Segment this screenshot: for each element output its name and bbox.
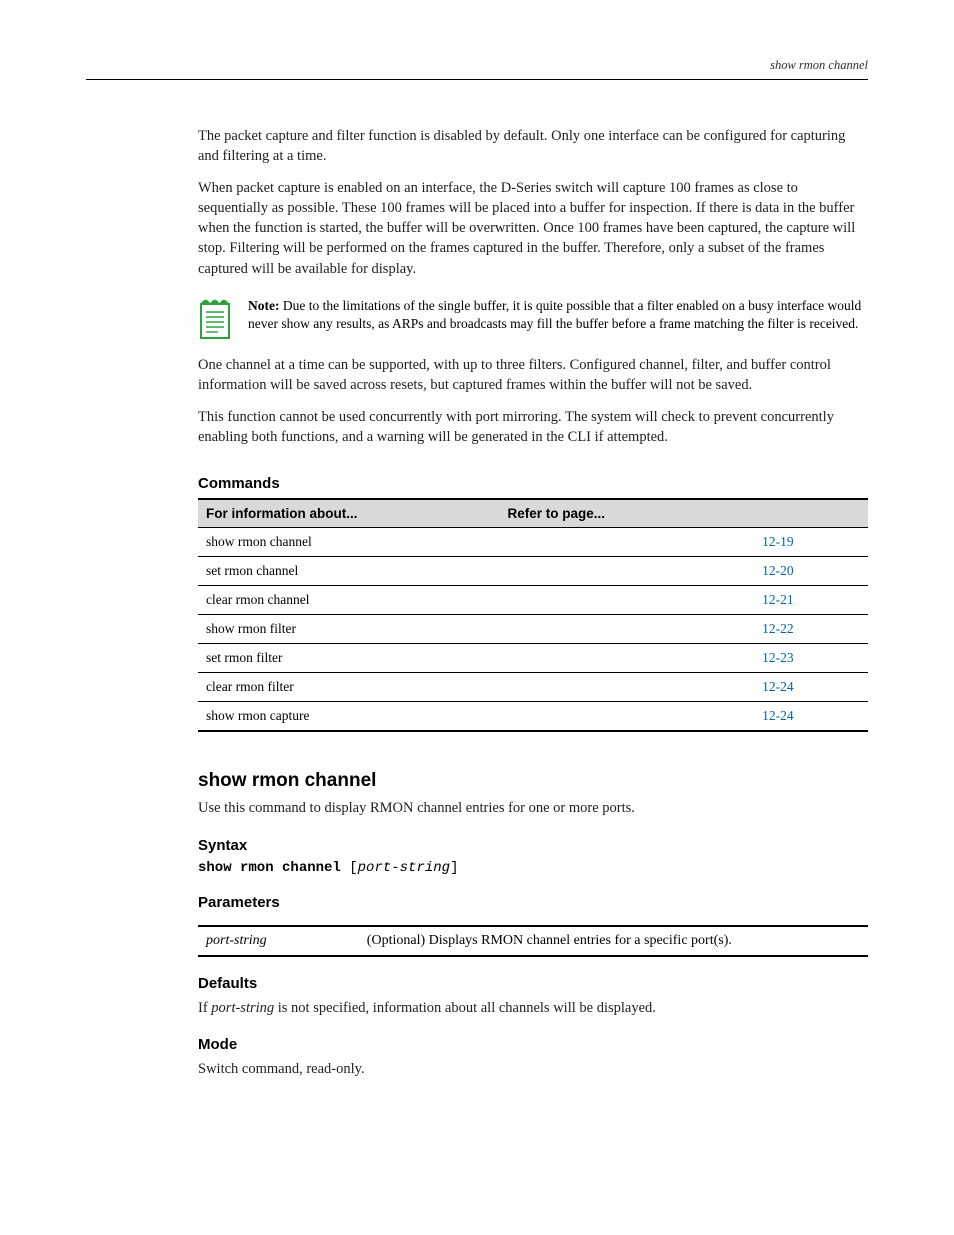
mode-heading: Mode — [198, 1036, 868, 1053]
table-cell — [500, 644, 755, 672]
table-cell: set rmon channel — [198, 557, 500, 585]
table-cell — [500, 615, 755, 643]
page-link[interactable]: 12-24 — [762, 708, 794, 723]
note-body: Due to the limitations of the single buf… — [248, 298, 861, 331]
note-icon — [198, 297, 232, 339]
table-cell — [500, 702, 755, 730]
paragraph: When packet capture is enabled on an int… — [198, 178, 868, 279]
param-desc: (Optional) Displays RMON channel entries… — [359, 927, 868, 955]
table-cell: clear rmon filter — [198, 673, 500, 701]
syntax-optional-arg: port-string — [358, 860, 450, 876]
table-cell — [500, 586, 755, 614]
table-header-cell — [754, 500, 868, 527]
page-link[interactable]: 12-24 — [762, 679, 794, 694]
note-text: Note: Due to the limitations of the sing… — [248, 297, 868, 333]
bracket: [ — [349, 860, 357, 876]
table-row: clear rmon channel 12-21 — [198, 586, 868, 615]
table-cell: clear rmon channel — [198, 586, 500, 614]
defaults-text: If port-string is not specified, informa… — [198, 998, 868, 1018]
mode-text: Switch command, read-only. — [198, 1059, 868, 1079]
page-link[interactable]: 12-22 — [762, 621, 794, 636]
table-row: show rmon channel 12-19 — [198, 528, 868, 557]
text-italic: port-string — [211, 1000, 274, 1016]
text: If — [198, 1000, 211, 1016]
commands-table: For information about... Refer to page..… — [198, 498, 868, 732]
table-cell: set rmon filter — [198, 644, 500, 672]
parameters-table: port-string (Optional) Displays RMON cha… — [198, 925, 868, 957]
page-link[interactable]: 12-19 — [762, 534, 794, 549]
table-cell: show rmon filter — [198, 615, 500, 643]
page-header: show rmon channel — [86, 58, 868, 80]
table-cell: show rmon capture — [198, 702, 500, 730]
param-name: port-string — [198, 927, 359, 955]
table-cell — [500, 673, 755, 701]
paragraph: The packet capture and filter function i… — [198, 126, 868, 167]
bracket: ] — [450, 860, 458, 876]
commands-heading: Commands — [198, 475, 868, 492]
table-row: set rmon filter 12-23 — [198, 644, 868, 673]
page-link[interactable]: 12-21 — [762, 592, 794, 607]
table-row: show rmon capture 12-24 — [198, 702, 868, 730]
table-cell — [500, 557, 755, 585]
command-name-heading: show rmon channel — [198, 770, 868, 792]
note-block: Note: Due to the limitations of the sing… — [198, 297, 868, 339]
note-label: Note: — [248, 298, 279, 313]
table-cell — [500, 528, 755, 556]
table-row: set rmon channel 12-20 — [198, 557, 868, 586]
table-header-row: For information about... Refer to page..… — [198, 500, 868, 528]
header-right: show rmon channel — [770, 58, 868, 73]
table-row: port-string (Optional) Displays RMON cha… — [198, 927, 868, 955]
purpose-text: Use this command to display RMON channel… — [198, 798, 868, 818]
table-row: clear rmon filter 12-24 — [198, 673, 868, 702]
text: is not specified, information about all … — [274, 1000, 656, 1016]
syntax-heading: Syntax — [198, 837, 868, 854]
paragraph: This function cannot be used concurrentl… — [198, 407, 868, 448]
table-header-cell: For information about... — [198, 500, 500, 527]
syntax-cmd: show rmon channel — [198, 860, 341, 876]
paragraph: One channel at a time can be supported, … — [198, 355, 868, 396]
page-link[interactable]: 12-20 — [762, 563, 794, 578]
table-row: show rmon filter 12-22 — [198, 615, 868, 644]
syntax-line: show rmon channel [port-string] — [198, 860, 868, 876]
page-link[interactable]: 12-23 — [762, 650, 794, 665]
defaults-heading: Defaults — [198, 975, 868, 992]
parameters-heading: Parameters — [198, 894, 868, 911]
table-header-cell: Refer to page... — [500, 500, 755, 527]
table-cell: show rmon channel — [198, 528, 500, 556]
